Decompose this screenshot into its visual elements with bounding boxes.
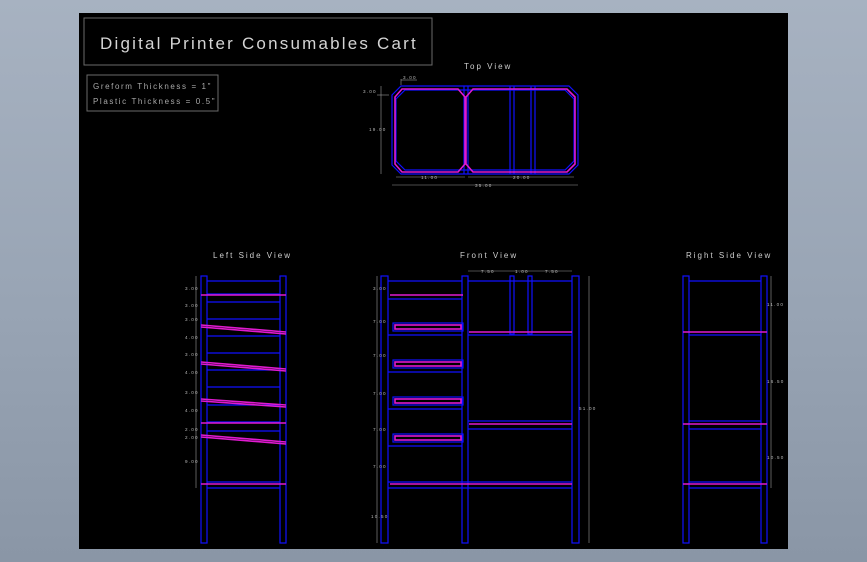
left-dim-4: 4.00 xyxy=(185,335,199,340)
front-dim-7: 10.50 xyxy=(371,514,389,519)
left-dim-6: 4.00 xyxy=(185,370,199,375)
left-dim-5: 3.00 xyxy=(185,352,199,357)
front-view: Front View 3.00 7.00 7.00 7.00 7.00 7.00… xyxy=(371,251,597,544)
right-dim-2: 16.50 xyxy=(767,379,785,384)
front-dim-6: 7.00 xyxy=(373,464,387,469)
top-dim-c: 19.00 xyxy=(369,127,387,132)
right-view-label: Right Side View xyxy=(686,251,772,260)
front-view-label: Front View xyxy=(460,251,518,260)
front-dim-1: 3.00 xyxy=(373,286,387,291)
note-greform: Greform Thickness = 1" xyxy=(93,82,212,91)
left-dim-1: 3.00 xyxy=(185,286,199,291)
front-dim-8: 7.50 xyxy=(481,269,495,274)
front-dim-9: 1.00 xyxy=(515,269,529,274)
top-view-label: Top View xyxy=(464,62,512,71)
drawing-sheet: Digital Printer Consumables Cart Greform… xyxy=(79,13,788,549)
cad-drawing-canvas: Digital Printer Consumables Cart Greform… xyxy=(83,17,785,544)
note-plastic: Plastic Thickness = 0.5" xyxy=(93,97,216,106)
top-dim-b: 3.00 xyxy=(363,89,377,94)
left-dim-9: 2.00 xyxy=(185,427,199,432)
left-view-label: Left Side View xyxy=(213,251,292,260)
right-side-view: Right Side View 11.00 16.50 10.50 xyxy=(682,251,785,544)
top-dim-e: 20.00 xyxy=(513,175,531,180)
left-side-view: Left Side View 3.00 3.00 3.00 4.00 3.00 … xyxy=(185,251,292,544)
drawing-title: Digital Printer Consumables Cart xyxy=(100,34,418,53)
left-dim-11: 9.00 xyxy=(185,459,199,464)
front-dim-10: 7.50 xyxy=(545,269,559,274)
top-view: Top View 3.00 3.00 19.00 11.00 20.00 35.… xyxy=(363,62,579,188)
front-dim-2: 7.00 xyxy=(373,319,387,324)
top-dim-a: 3.00 xyxy=(403,75,417,80)
left-dim-7: 3.00 xyxy=(185,390,199,395)
front-dim-4: 7.00 xyxy=(373,391,387,396)
right-dim-1: 11.00 xyxy=(767,302,784,307)
left-dim-10: 2.00 xyxy=(185,435,199,440)
left-dim-2: 3.00 xyxy=(185,303,199,308)
front-dim-5: 7.00 xyxy=(373,427,387,432)
top-dim-f: 35.00 xyxy=(475,183,493,188)
top-dim-d: 11.00 xyxy=(421,175,438,180)
front-dim-3: 7.00 xyxy=(373,353,387,358)
right-dim-3: 10.50 xyxy=(767,455,785,460)
left-dim-8: 4.00 xyxy=(185,408,199,413)
front-dim-11: 51.00 xyxy=(579,406,597,411)
left-dim-3: 3.00 xyxy=(185,317,199,322)
